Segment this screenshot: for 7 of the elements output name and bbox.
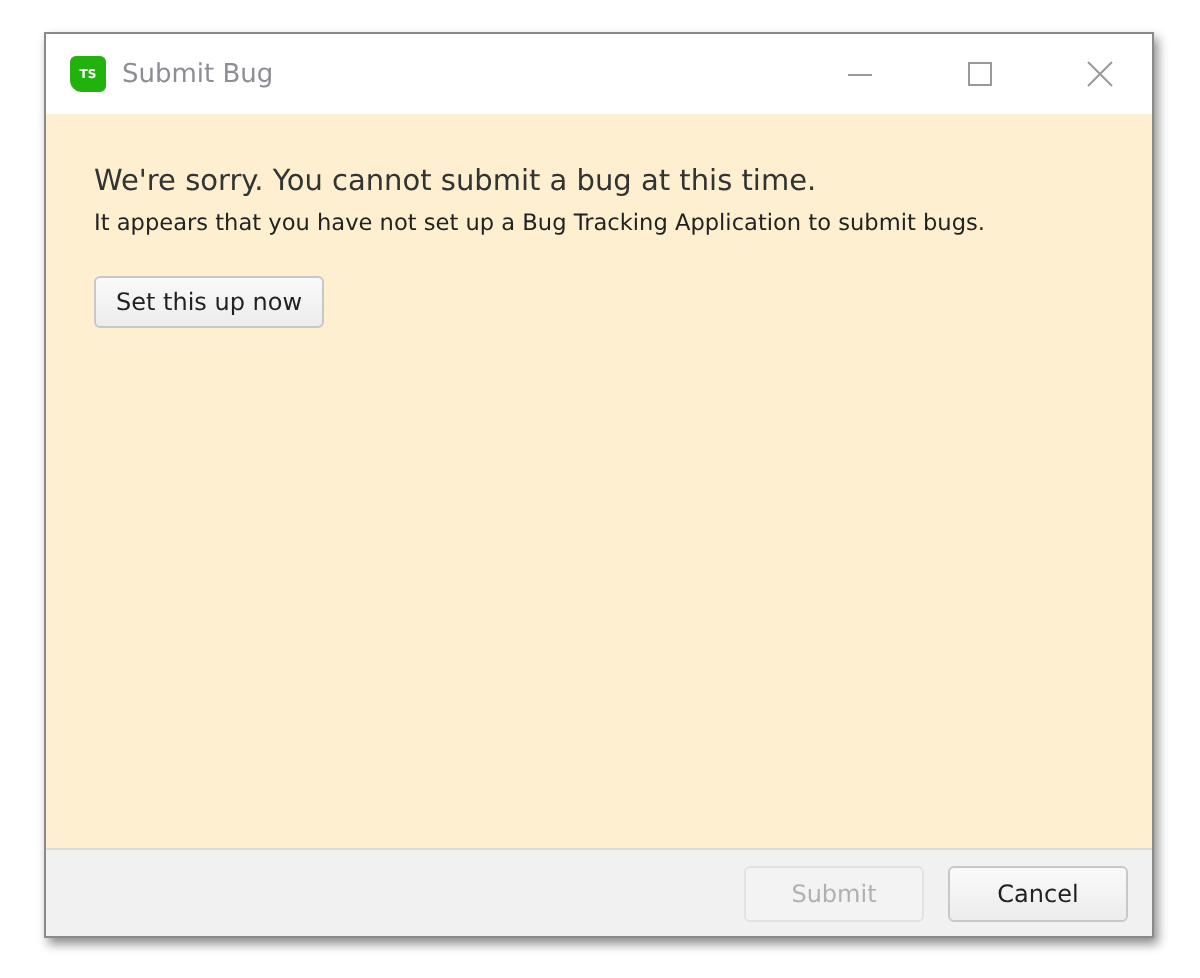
cancel-button[interactable]: Cancel	[948, 865, 1128, 921]
error-detail: It appears that you have not set up a Bug Tracking Application to submit bugs.	[94, 210, 985, 236]
window-title: Submit Bug	[122, 59, 276, 89]
close-button[interactable]	[1086, 60, 1114, 88]
maximize-button[interactable]	[966, 60, 994, 88]
error-heading: We're sorry. You cannot submit a bug at this time.	[94, 166, 817, 198]
setup-button[interactable]: Set this up now	[94, 276, 325, 328]
